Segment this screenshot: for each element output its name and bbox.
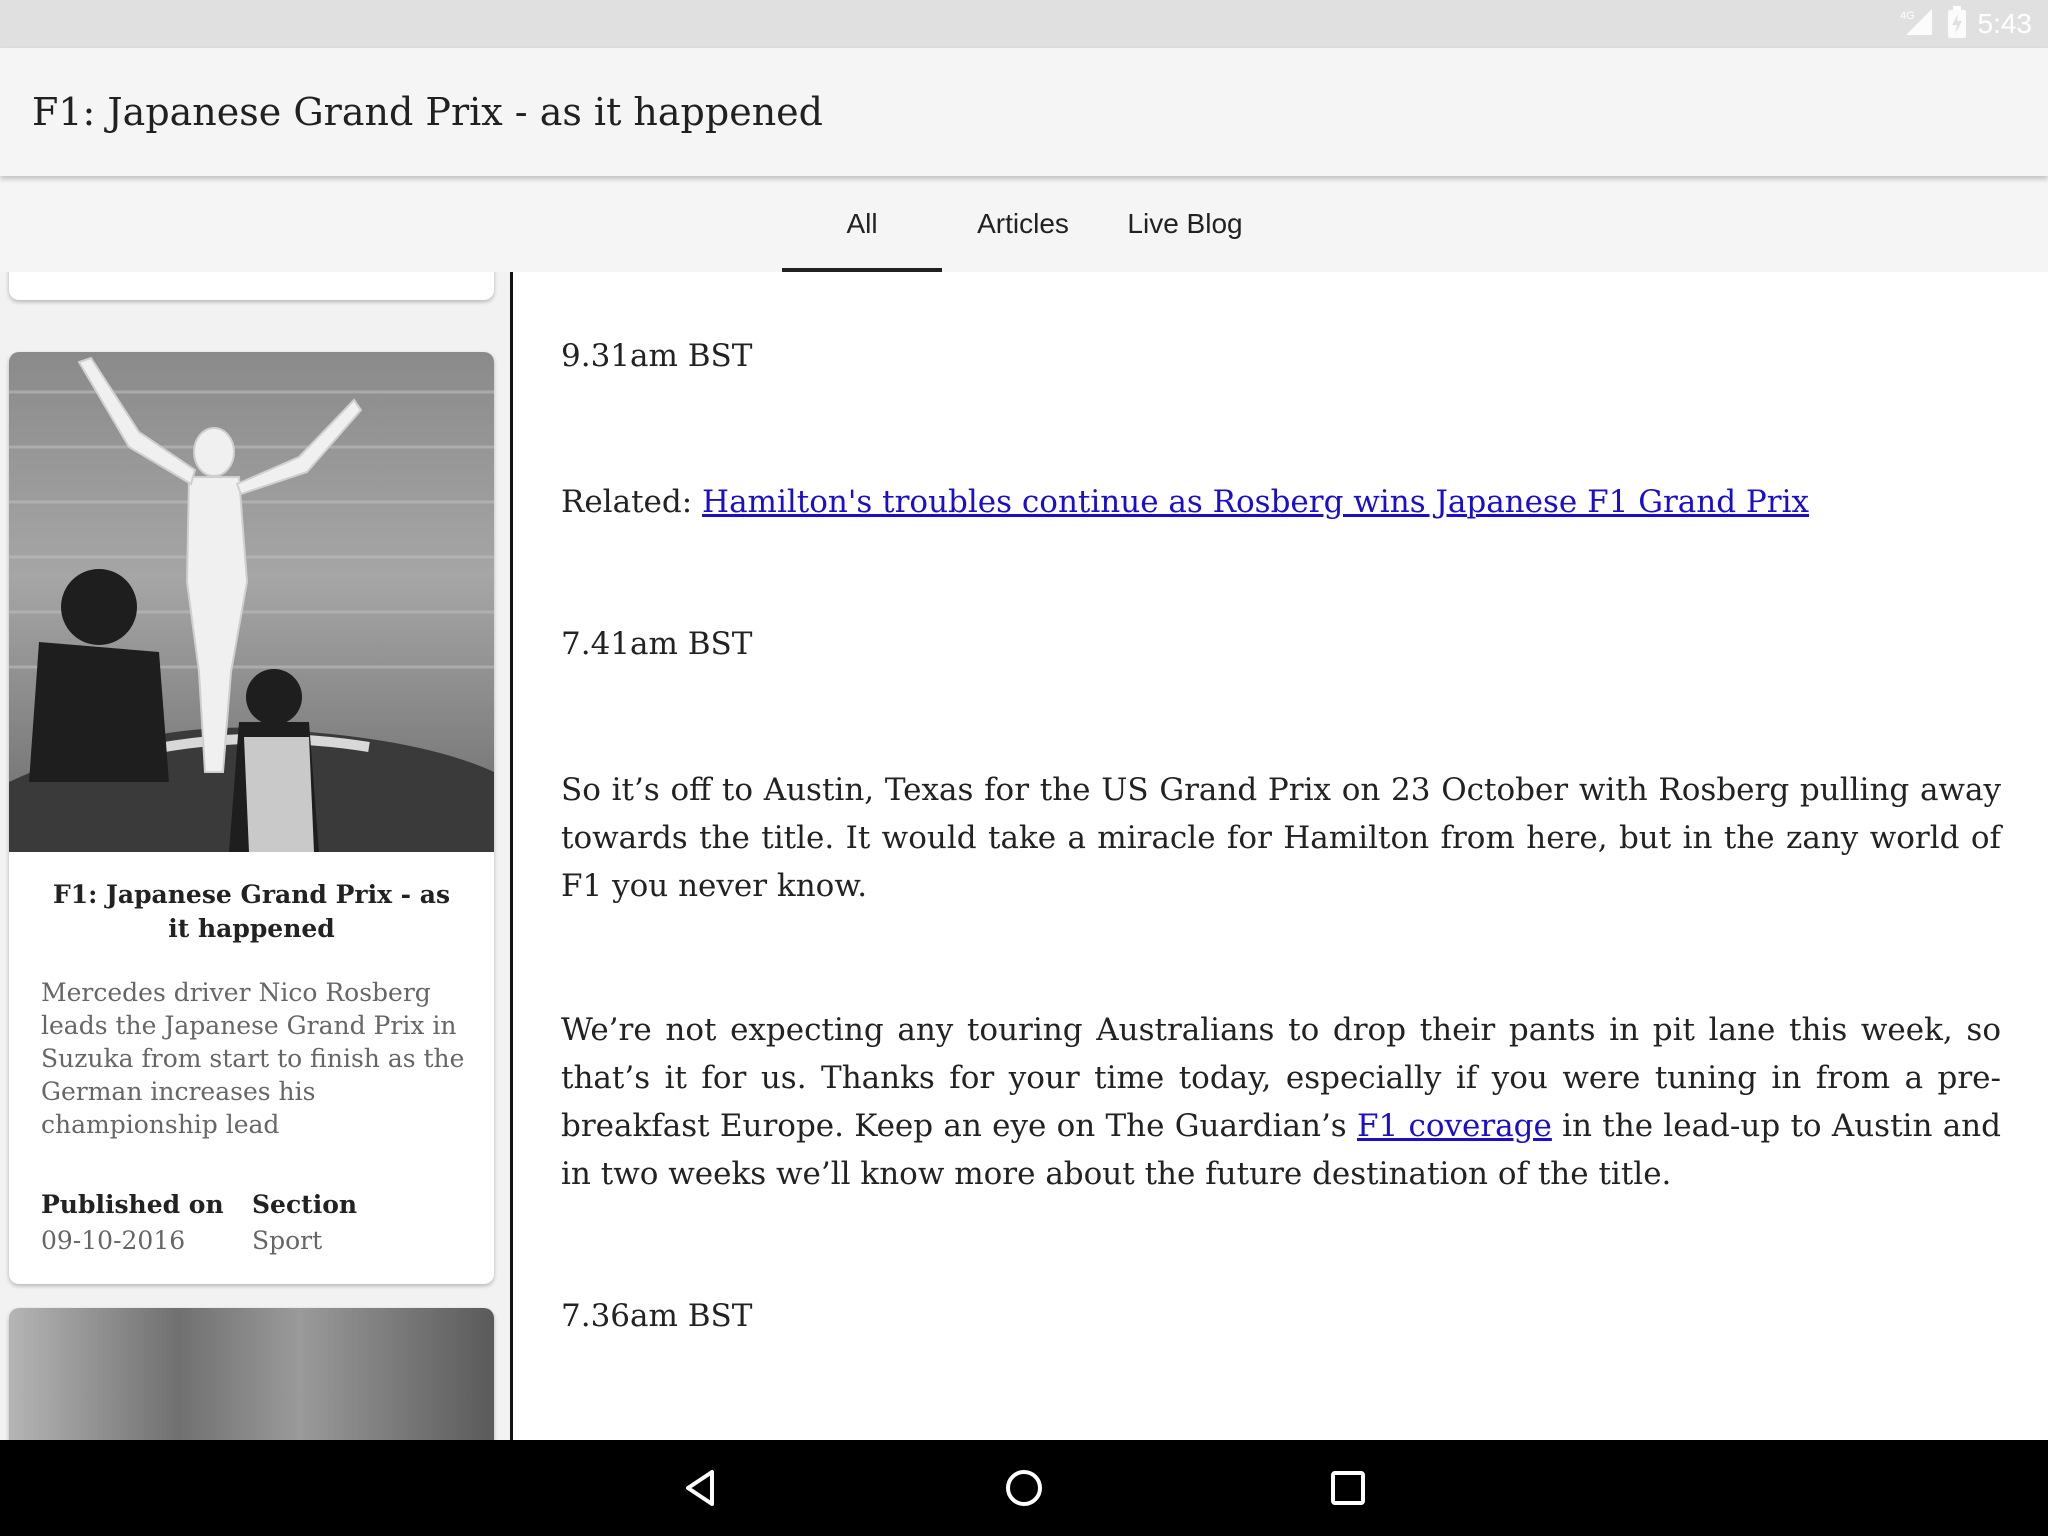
page-title: F1: Japanese Grand Prix - as it happened (32, 90, 823, 134)
signal-icon: 4G (1900, 7, 1936, 41)
article-card-next[interactable] (9, 1308, 494, 1440)
back-button[interactable] (654, 1440, 750, 1536)
article-thumbnail (9, 352, 494, 852)
tab-indicator (782, 268, 942, 272)
f1-coverage-link[interactable]: F1 coverage (1357, 1108, 1552, 1144)
tab-all[interactable]: All (782, 176, 942, 272)
card-summary: Mercedes driver Nico Rosberg leads the J… (41, 978, 465, 1139)
entry-paragraph: So it’s off to Austin, Texas for the US … (561, 772, 2001, 904)
home-icon (1006, 1470, 1042, 1506)
home-button[interactable] (976, 1440, 1072, 1536)
related-line: Related: Hamilton's troubles continue as… (561, 478, 2001, 526)
published-date: 09-10-2016 (41, 1226, 186, 1255)
entry-paragraph: We’re not expecting any touring Australi… (561, 1006, 2001, 1198)
status-bar: 4G 5:43 (0, 0, 2048, 48)
status-icons: 4G 5:43 (1900, 0, 2033, 48)
svg-text:4G: 4G (1900, 10, 1915, 22)
article-thumbnail-next (9, 1308, 494, 1440)
tab-live-blog[interactable]: Live Blog (1110, 176, 1260, 272)
back-icon (686, 1470, 714, 1506)
related-prefix: Related: (561, 484, 703, 520)
article-list[interactable]: F1: Japanese Grand Prix - as it happened… (0, 272, 510, 1440)
section-label: Section (252, 1190, 358, 1219)
entry-timestamp: 9.31am BST (561, 338, 753, 374)
recents-button[interactable] (1300, 1440, 1396, 1536)
article-card-previous[interactable] (9, 272, 494, 300)
section-value: Sport (252, 1226, 323, 1255)
battery-icon (1947, 6, 1966, 42)
tab-bar: All Articles Live Blog (0, 176, 2048, 272)
recents-icon (1331, 1471, 1365, 1505)
article-card[interactable]: F1: Japanese Grand Prix - as it happened… (9, 352, 494, 1284)
published-label: Published on (41, 1190, 224, 1219)
entry-timestamp: 7.36am BST (561, 1298, 753, 1334)
live-blog-content[interactable]: 9.31am BST Related: Hamilton's troubles … (513, 272, 2048, 1440)
tab-articles[interactable]: Articles (960, 176, 1086, 272)
status-time: 5:43 (1977, 8, 2033, 39)
card-title: F1: Japanese Grand Prix - as it happened (52, 880, 451, 943)
system-nav-bar (0, 1440, 2048, 1536)
app-bar: F1: Japanese Grand Prix - as it happened (0, 48, 2048, 176)
related-article-link[interactable]: Hamilton's troubles continue as Rosberg … (702, 484, 1809, 520)
entry-timestamp: 7.41am BST (561, 626, 753, 662)
